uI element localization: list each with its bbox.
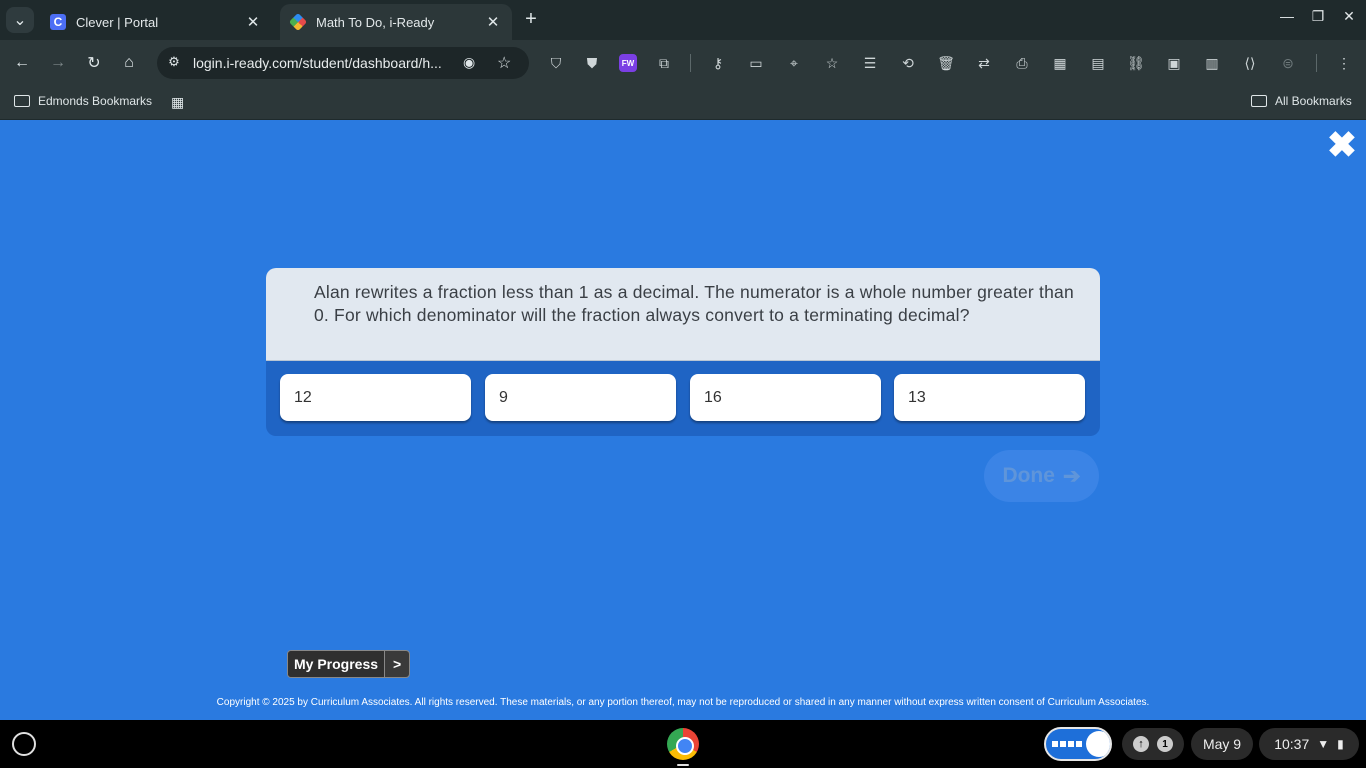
- window-close-icon[interactable]: ✕: [1338, 8, 1360, 25]
- folder-icon: [1251, 95, 1267, 107]
- shield-icon[interactable]: ⛊: [581, 52, 603, 74]
- close-icon[interactable]: ✕: [244, 13, 262, 31]
- question-card: Alan rewrites a fraction less than 1 as …: [266, 268, 1100, 436]
- home-icon[interactable]: ⌂: [118, 52, 140, 74]
- date-text: May 9: [1202, 736, 1242, 752]
- qr-code-icon[interactable]: ▦: [1049, 52, 1071, 74]
- tab-title: Clever | Portal: [76, 14, 159, 30]
- cast-devices-icon[interactable]: ▣: [1163, 52, 1185, 74]
- minimize-icon[interactable]: —: [1276, 8, 1298, 24]
- chrome-app-icon[interactable]: [667, 728, 699, 760]
- bookmark-star-icon[interactable]: ☆: [497, 53, 511, 73]
- bookmark-folder-all[interactable]: All Bookmarks: [1251, 94, 1352, 108]
- credit-card-icon[interactable]: ▭: [745, 52, 767, 74]
- tab-strip: ⌄ C Clever | Portal ✕ Math To Do, i-Read…: [0, 0, 1366, 40]
- menu-kebab-icon[interactable]: ⋮: [1333, 52, 1355, 74]
- tab-iready[interactable]: Math To Do, i-Ready ✕: [280, 4, 512, 40]
- reload-icon[interactable]: ↻: [83, 52, 105, 74]
- clever-favicon-icon: C: [50, 14, 66, 30]
- system-shelf: ↑ 1 May 9 10:37 ▼ ▮: [0, 720, 1366, 768]
- bookmark-label: Edmonds Bookmarks: [38, 94, 153, 108]
- extensions-puzzle-icon[interactable]: ⧉: [653, 52, 675, 74]
- done-button[interactable]: Done ➔: [984, 450, 1099, 502]
- question-prompt-box: Alan rewrites a fraction less than 1 as …: [266, 268, 1100, 361]
- incognito-icon[interactable]: ⊜: [1277, 52, 1299, 74]
- time-text: 10:37: [1274, 736, 1310, 752]
- print-icon[interactable]: ⎙: [1011, 52, 1033, 74]
- forward-arrow-icon[interactable]: →: [47, 52, 69, 74]
- reader-mode-icon[interactable]: ▤: [1087, 52, 1109, 74]
- answer-choice[interactable]: 9: [485, 374, 676, 421]
- wifi-icon: ▼: [1317, 737, 1330, 751]
- battery-icon: ▮: [1337, 737, 1344, 751]
- copyright-text: Copyright © 2025 by Curriculum Associate…: [216, 697, 1150, 708]
- done-label: Done: [1002, 464, 1055, 487]
- my-progress-button[interactable]: My Progress >: [287, 650, 411, 678]
- my-progress-label: My Progress: [288, 651, 386, 677]
- star-outline-icon[interactable]: ☆: [821, 52, 843, 74]
- notification-tray[interactable]: ↑ 1: [1122, 728, 1184, 760]
- key-icon[interactable]: ⚷: [707, 52, 729, 74]
- folder-icon: [14, 95, 30, 107]
- site-info-icon[interactable]: ⚙: [165, 54, 183, 72]
- holding-space-icon[interactable]: [1044, 727, 1112, 761]
- expand-arrow-icon[interactable]: >: [385, 651, 409, 677]
- layout-icon[interactable]: ▥: [1201, 52, 1223, 74]
- code-icon[interactable]: ⟨⟩: [1239, 52, 1261, 74]
- eye-icon[interactable]: ◉: [463, 54, 475, 71]
- toolbar-divider: [1316, 54, 1317, 72]
- answer-choice[interactable]: 13: [894, 374, 1085, 421]
- launcher-icon[interactable]: [12, 732, 36, 756]
- bookmarks-bar: Edmonds Bookmarks ▦ All Bookmarks: [0, 85, 1366, 120]
- running-indicator: [677, 764, 689, 766]
- upload-icon: ↑: [1133, 736, 1149, 752]
- date-pill[interactable]: May 9: [1191, 728, 1253, 760]
- bookmark-label: All Bookmarks: [1275, 94, 1352, 108]
- restore-icon[interactable]: ❐: [1307, 8, 1329, 25]
- bookmark-folder-edmonds[interactable]: Edmonds Bookmarks: [14, 94, 152, 108]
- tab-clever[interactable]: C Clever | Portal ✕: [40, 4, 272, 40]
- iready-favicon-icon: [288, 12, 308, 32]
- tab-title: Math To Do, i-Ready: [316, 14, 435, 30]
- reading-list-icon[interactable]: ☰: [859, 52, 881, 74]
- arrow-right-icon: ➔: [1062, 464, 1081, 488]
- close-icon[interactable]: ✕: [484, 13, 502, 31]
- trash-icon[interactable]: 🗑: [935, 52, 957, 74]
- answer-choice[interactable]: 12: [280, 374, 471, 421]
- toolbar-divider: [690, 54, 691, 72]
- link-icon[interactable]: ⛓: [1125, 52, 1147, 74]
- question-text: Alan rewrites a fraction less than 1 as …: [314, 282, 1074, 325]
- location-pin-icon[interactable]: ⌖: [783, 52, 805, 74]
- notification-count: 1: [1157, 736, 1173, 752]
- answer-choice[interactable]: 16: [690, 374, 881, 421]
- status-area[interactable]: 10:37 ▼ ▮: [1259, 728, 1359, 760]
- translate-icon[interactable]: ⇄: [973, 52, 995, 74]
- new-tab-button[interactable]: +: [520, 9, 542, 31]
- extension-fw-icon[interactable]: FW: [619, 54, 637, 72]
- history-icon[interactable]: ⟲: [897, 52, 919, 74]
- url-text[interactable]: login.i-ready.com/student/dashboard/h...: [193, 55, 455, 71]
- chevron-down-icon: ⌄: [13, 12, 27, 29]
- close-lesson-icon[interactable]: ✖: [1325, 127, 1359, 163]
- apps-grid-icon[interactable]: ▦: [171, 94, 184, 111]
- shield-outline-icon[interactable]: ⛉: [545, 52, 567, 74]
- address-bar[interactable]: ⚙ login.i-ready.com/student/dashboard/h.…: [157, 47, 529, 79]
- tab-search-button[interactable]: ⌄: [6, 7, 34, 33]
- back-arrow-icon[interactable]: ←: [11, 52, 33, 74]
